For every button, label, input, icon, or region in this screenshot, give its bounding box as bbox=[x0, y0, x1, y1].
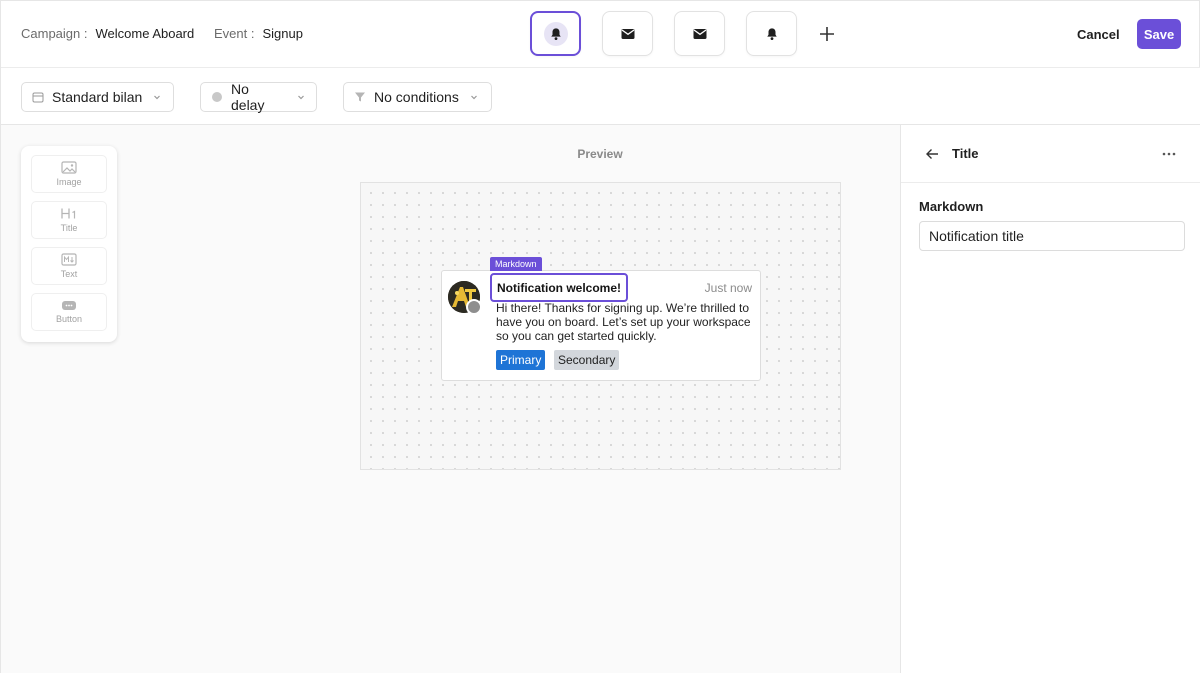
campaign-name: Welcome Aboard bbox=[95, 26, 195, 41]
markdown-field-label: Markdown bbox=[919, 199, 984, 214]
notification-title[interactable]: Notification welcome! bbox=[490, 273, 629, 302]
arrow-left-icon bbox=[926, 149, 938, 159]
properties-panel: Title Markdown bbox=[900, 125, 1200, 673]
preview-stage: Markdown Notification welcome! Just now … bbox=[360, 182, 841, 470]
filter-icon bbox=[354, 91, 366, 103]
notification-card[interactable]: Markdown Notification welcome! Just now … bbox=[441, 257, 761, 381]
cancel-button[interactable]: Cancel bbox=[1067, 19, 1130, 49]
clock-icon bbox=[211, 91, 223, 103]
save-button[interactable]: Save bbox=[1137, 19, 1181, 49]
add-channel-button[interactable] bbox=[815, 22, 839, 46]
delay-select-label: No delay bbox=[231, 81, 265, 113]
avatar-badge bbox=[466, 299, 482, 315]
campaign-key: Campaign : bbox=[21, 26, 88, 41]
conditions-select[interactable]: No conditions bbox=[343, 82, 492, 112]
image-icon bbox=[61, 161, 77, 174]
chevron-down-icon bbox=[152, 92, 162, 102]
top-bar: Campaign : Welcome Aboard Event : Signup C… bbox=[1, 1, 1200, 68]
channel-tab-in-app[interactable] bbox=[530, 11, 581, 56]
plus-icon bbox=[820, 27, 834, 41]
back-button[interactable] bbox=[923, 145, 941, 163]
button-icon bbox=[62, 301, 76, 310]
mail-icon bbox=[621, 28, 634, 39]
tool-image[interactable]: Image bbox=[31, 155, 107, 193]
panel-title: Title bbox=[952, 146, 979, 161]
campaign-meta: Campaign : Welcome Aboard bbox=[21, 26, 194, 41]
tool-title[interactable]: Title bbox=[31, 201, 107, 239]
markdown-field-input[interactable] bbox=[919, 221, 1185, 251]
event-name: Signup bbox=[262, 26, 303, 41]
primary-action-button[interactable]: Primary bbox=[496, 350, 546, 370]
notification-body[interactable]: Hi there! Thanks for signing up. We’re t… bbox=[496, 301, 754, 343]
chevron-down-icon bbox=[296, 92, 306, 102]
tool-title-label: Title bbox=[60, 223, 78, 233]
template-select[interactable]: Standard bilan bbox=[21, 82, 174, 112]
tool-button-label: Button bbox=[55, 314, 83, 324]
heading-icon bbox=[61, 208, 76, 219]
calendar-icon bbox=[32, 91, 44, 103]
tool-button[interactable]: Button bbox=[31, 293, 107, 331]
bell-icon bbox=[766, 27, 777, 40]
channel-tab-push[interactable] bbox=[746, 11, 797, 56]
more-options-button[interactable] bbox=[1159, 145, 1179, 163]
markdown-tag: Markdown bbox=[490, 257, 542, 271]
channel-icon-bubble bbox=[543, 21, 568, 46]
conditions-select-label: No conditions bbox=[374, 89, 459, 105]
notification-time: Just now bbox=[704, 281, 752, 295]
app-frame: Campaign : Welcome Aboard Event : Signup C… bbox=[0, 0, 1200, 673]
tool-text-label: Text bbox=[60, 269, 78, 279]
event-key: Event : bbox=[214, 26, 255, 41]
template-select-label: Standard bilan bbox=[52, 89, 143, 105]
tool-text[interactable]: Text bbox=[31, 247, 107, 285]
event-meta: Event : Signup bbox=[214, 26, 303, 41]
more-horizontal-icon bbox=[1162, 152, 1176, 156]
channel-tab-email[interactable] bbox=[602, 11, 653, 56]
panel-header: Title bbox=[901, 125, 1200, 183]
delay-select[interactable]: No delay bbox=[200, 81, 317, 113]
preview-label: Preview bbox=[577, 147, 623, 161]
mail-icon bbox=[693, 28, 706, 39]
tool-image-label: Image bbox=[56, 177, 82, 187]
bell-icon bbox=[550, 27, 561, 40]
channel-tab-email-2[interactable] bbox=[674, 11, 725, 56]
secondary-action-button[interactable]: Secondary bbox=[554, 350, 620, 370]
text-icon bbox=[61, 253, 77, 266]
block-toolbox: Image Title Text Button bbox=[21, 146, 117, 342]
chevron-down-icon bbox=[469, 92, 479, 102]
editor-canvas: Image Title Text Button Preview Markdown… bbox=[1, 125, 900, 673]
filter-bar: Standard bilan No delay No conditions bbox=[1, 68, 1200, 125]
